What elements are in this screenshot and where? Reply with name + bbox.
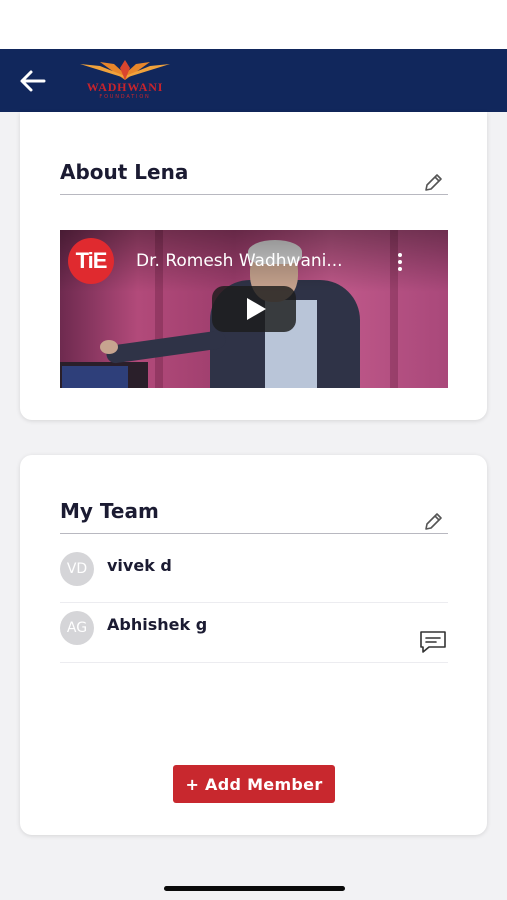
team-card: My Team VD vivek d AG Abhishek g + Add M… [20, 455, 487, 835]
app-header: WADHWANI FOUNDATION [0, 49, 507, 112]
logo-text: WADHWANI [86, 80, 164, 94]
about-title-underline [60, 194, 448, 195]
pencil-icon[interactable] [422, 511, 444, 533]
about-card: About Lena TiE Dr. Romesh Wadhwani... [20, 112, 487, 420]
video-title[interactable]: Dr. Romesh Wadhwani... [136, 251, 386, 271]
speaker-arm [105, 329, 227, 365]
channel-logo[interactable]: TiE [68, 238, 114, 284]
video-player[interactable]: TiE Dr. Romesh Wadhwani... [60, 230, 448, 388]
member-name: Abhishek g [107, 615, 208, 634]
more-vertical-icon[interactable] [390, 248, 410, 276]
member-name: vivek d [107, 556, 172, 575]
back-button[interactable] [12, 63, 52, 99]
logo-wings-icon [80, 60, 170, 80]
speaker-hand [100, 340, 118, 354]
avatar: AG [60, 611, 94, 645]
add-member-button[interactable]: + Add Member [173, 765, 335, 803]
play-button[interactable] [212, 286, 296, 332]
member-divider [60, 662, 448, 663]
message-icon[interactable] [418, 629, 448, 655]
avatar: VD [60, 552, 94, 586]
pencil-icon[interactable] [422, 172, 444, 194]
team-member-row[interactable]: VD vivek d [60, 552, 448, 612]
team-title: My Team [60, 499, 159, 523]
home-indicator[interactable] [164, 886, 345, 891]
team-title-underline [60, 533, 448, 534]
arrow-left-icon [20, 70, 46, 92]
logo-subtext: FOUNDATION [99, 94, 151, 100]
status-bar [0, 0, 507, 49]
member-divider [60, 602, 448, 603]
play-icon [246, 298, 266, 320]
wadhwani-logo: WADHWANI FOUNDATION [70, 58, 180, 104]
video-podium-front [62, 366, 128, 388]
channel-logo-text: TiE [75, 248, 108, 273]
about-title: About Lena [60, 160, 189, 184]
